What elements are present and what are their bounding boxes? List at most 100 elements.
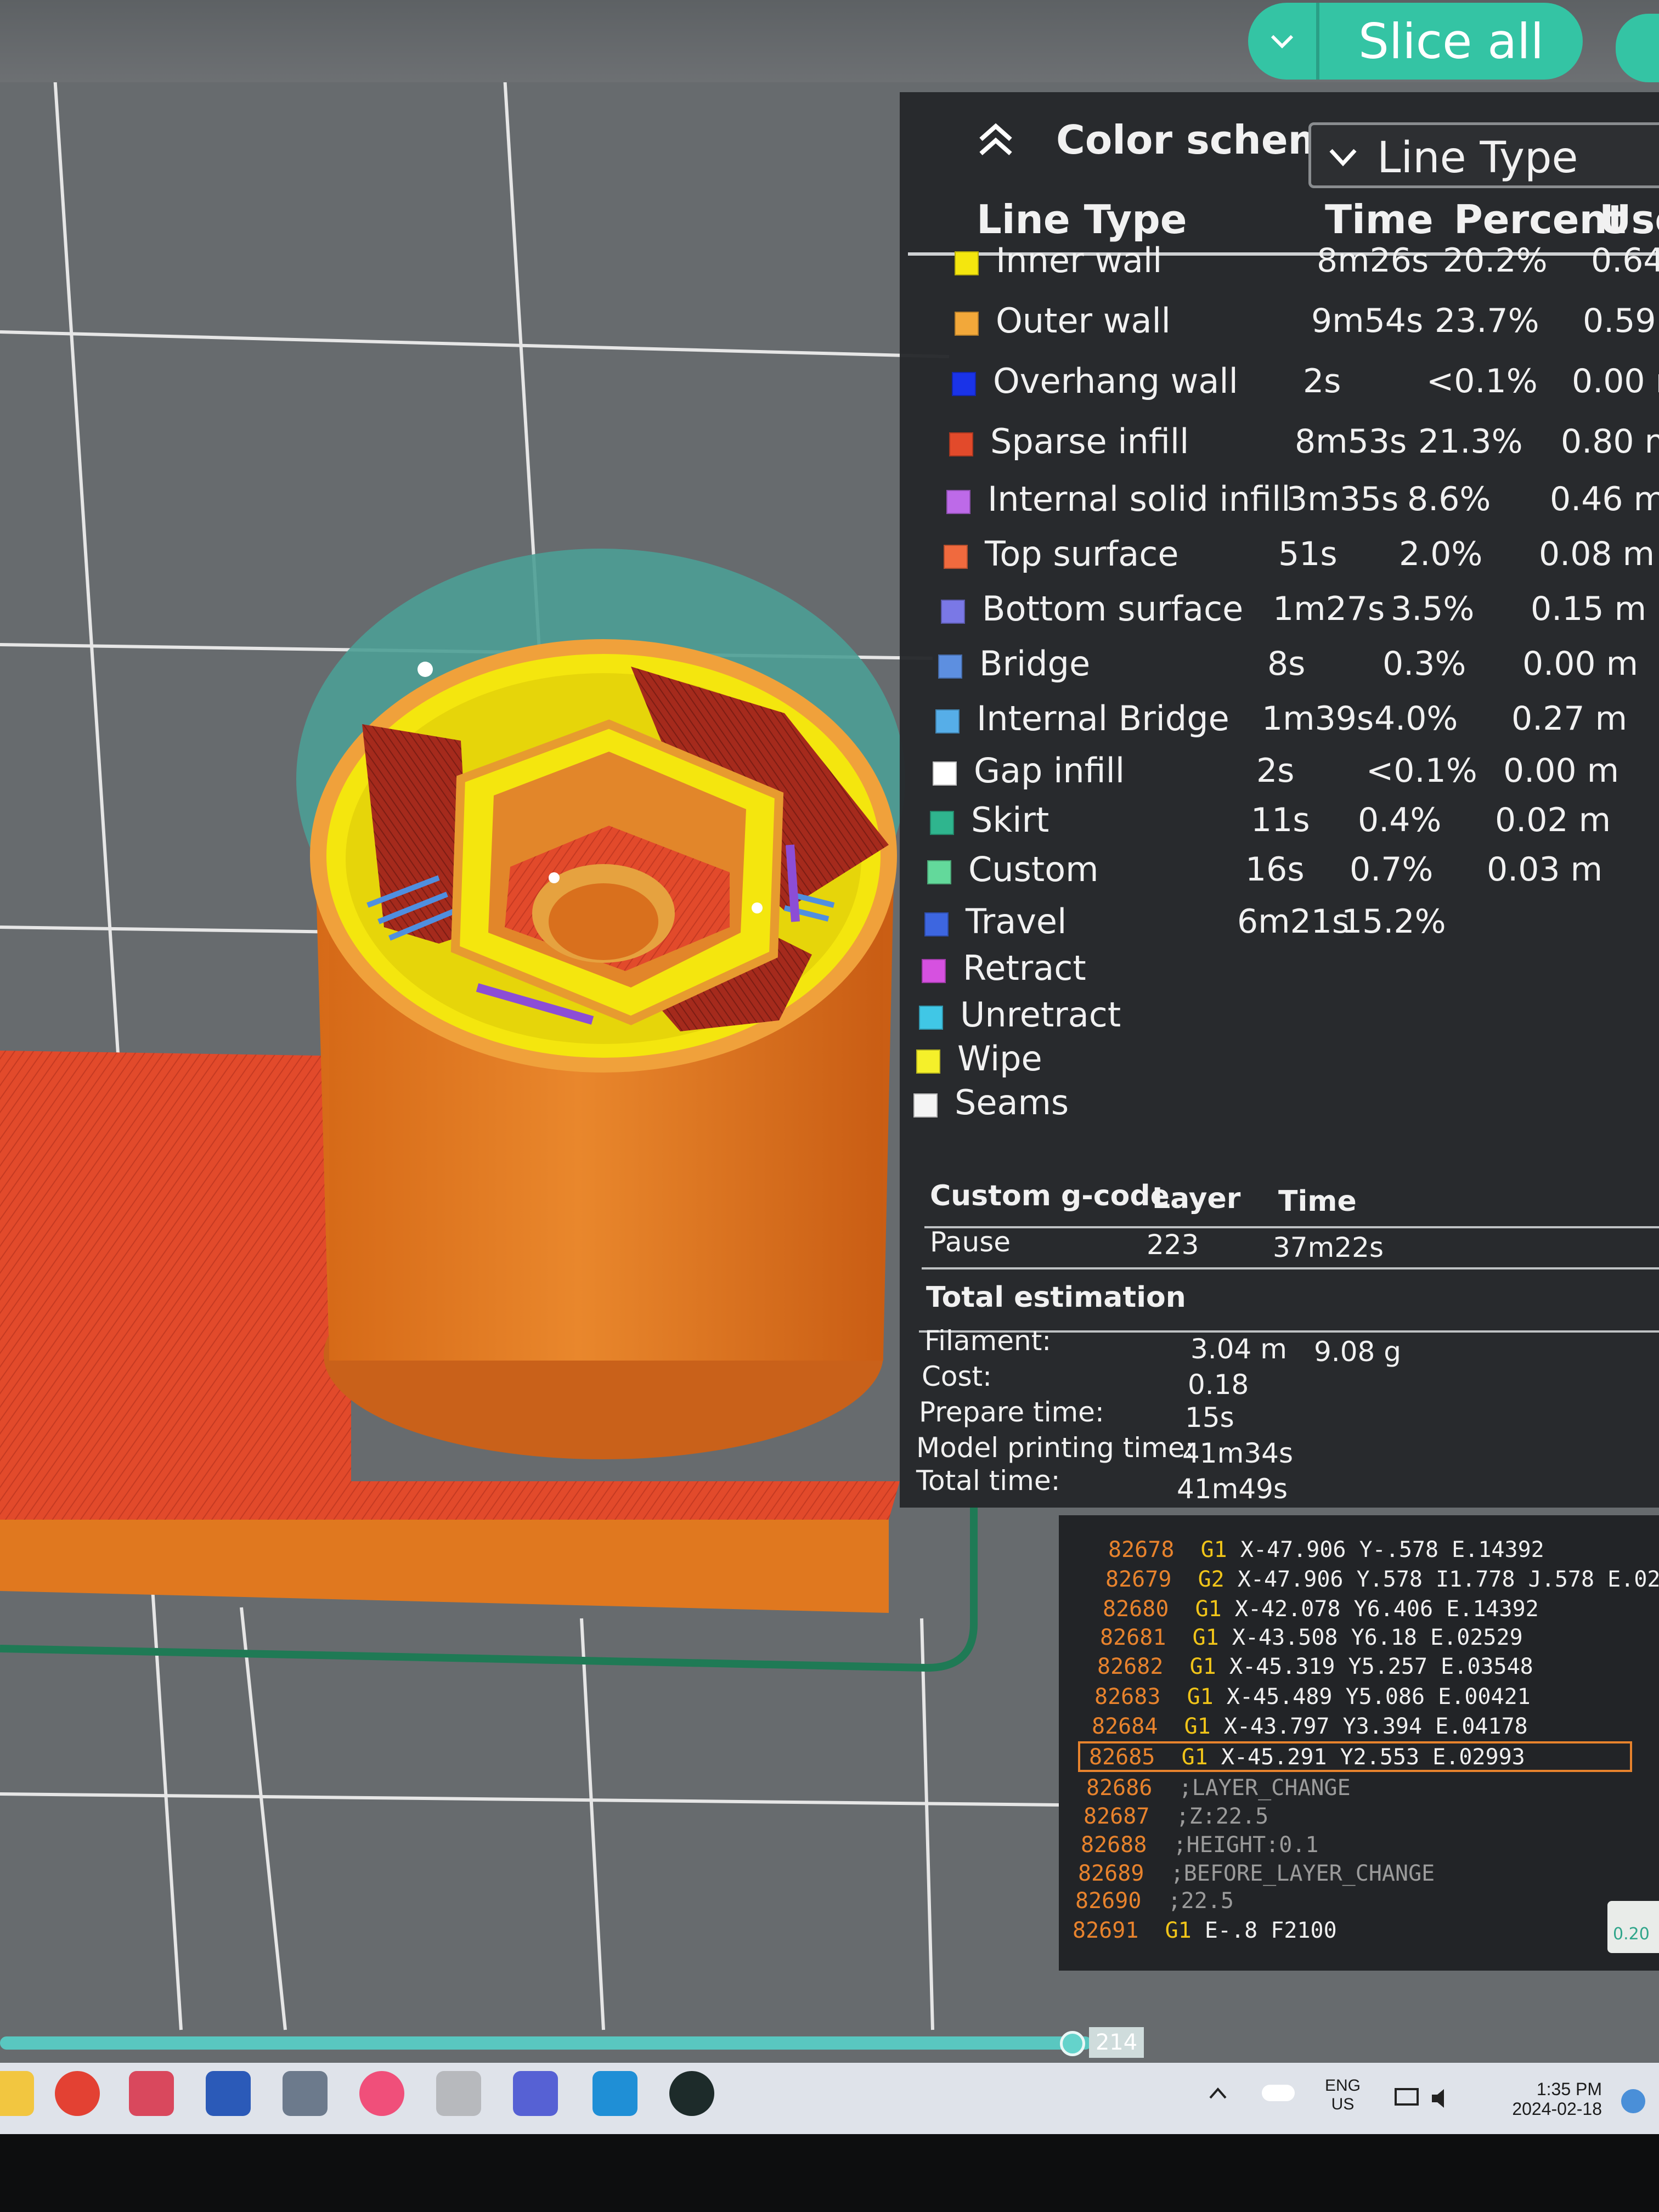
- center-boss-hole: [549, 883, 658, 960]
- slice-dropdown-button[interactable]: [1248, 3, 1319, 80]
- layer-slider-thumb[interactable]: [1060, 2031, 1085, 2056]
- gcode-command: G1: [1181, 1745, 1208, 1770]
- file-explorer-icon[interactable]: [0, 2071, 34, 2116]
- gcode-line[interactable]: 82678 G1 X-47.906 Y-.578 E.14392: [1108, 1537, 1544, 1562]
- line-type-percent: 21.3%: [1418, 422, 1523, 461]
- layer-slider-track[interactable]: [0, 2036, 1092, 2050]
- region-code: US: [1331, 2095, 1355, 2113]
- prepare-time-value: 15s: [1185, 1402, 1234, 1434]
- legend-row-gap-infill[interactable]: Gap infill 2s <0.1% 0.00 m: [900, 746, 1659, 801]
- custom-gcode-time-header: Time: [1278, 1185, 1357, 1218]
- slice-all-button[interactable]: Slice all: [1319, 3, 1583, 80]
- chrome-icon[interactable]: [55, 2071, 100, 2116]
- gcode-line[interactable]: 82690 ;22.5: [1075, 1888, 1234, 1914]
- custom-gcode-time: 37m22s: [1273, 1232, 1384, 1263]
- gcode-arguments: ;HEIGHT:0.1: [1173, 1832, 1319, 1858]
- gcode-command: G1: [1187, 1684, 1214, 1709]
- gcode-line[interactable]: 82688 ;HEIGHT:0.1: [1081, 1832, 1319, 1858]
- gcode-arguments: X-47.906 Y-.578 E.14392: [1240, 1537, 1544, 1562]
- onenote-icon[interactable]: [436, 2071, 481, 2116]
- gcode-arguments: X-43.797 Y3.394 E.04178: [1223, 1714, 1528, 1739]
- gcode-command: G1: [1165, 1918, 1192, 1943]
- notification-icon[interactable]: [1621, 2089, 1645, 2113]
- line-type-percent: 0.3%: [1383, 645, 1466, 683]
- model-printing-time-label: Model printing time:: [916, 1432, 1194, 1464]
- gcode-line[interactable]: 82680 G1 X-42.078 Y6.406 E.14392: [1103, 1596, 1539, 1622]
- legend-row-top-surface[interactable]: Top surface 51s 2.0% 0.08 m: [900, 529, 1659, 584]
- itunes-icon[interactable]: [359, 2071, 404, 2116]
- gcode-line[interactable]: 82684 G1 X-43.797 Y3.394 E.04178: [1092, 1714, 1528, 1739]
- gcode-line-number: 82686: [1086, 1775, 1153, 1801]
- line-type-name: Retract: [963, 948, 1086, 988]
- chevron-down-icon: [1271, 35, 1294, 49]
- gcode-line[interactable]: 82683 G1 X-45.489 Y5.086 E.00421: [1094, 1684, 1531, 1709]
- line-type-used: 0.00 m: [1572, 362, 1659, 400]
- bambu-studio-icon[interactable]: [669, 2071, 714, 2116]
- color-scheme-value: Line Type: [1377, 133, 1578, 183]
- legend-header: Color scheme Line Type: [900, 92, 1659, 188]
- line-type-name: Unretract: [960, 995, 1121, 1035]
- line-type-name: Internal Bridge: [977, 698, 1229, 738]
- line-type-used: 0.80 m: [1561, 422, 1659, 461]
- legend-row-sparse-infill[interactable]: Sparse infill 8m53s 21.3% 0.80 m: [900, 417, 1659, 472]
- double-chevron-up-icon[interactable]: [977, 120, 1015, 158]
- color-scheme-select[interactable]: Line Type: [1308, 122, 1659, 188]
- line-type-name: Bridge: [979, 644, 1091, 684]
- line-type-percent: 8.6%: [1407, 480, 1491, 518]
- line-type-percent: 23.7%: [1435, 302, 1539, 340]
- legend-row-custom[interactable]: Custom 16s 0.7% 0.03 m: [900, 845, 1659, 900]
- line-type-used: 0.03 m: [1487, 850, 1603, 889]
- line-type-used: 0.00 m: [1503, 752, 1620, 790]
- chip-line-2: 0.20: [1613, 1925, 1650, 1944]
- total-time-label: Total time:: [916, 1465, 1060, 1497]
- filament-weight: 9.08 g: [1314, 1336, 1401, 1368]
- legend-row-skirt[interactable]: Skirt 11s 0.4% 0.02 m: [900, 795, 1659, 850]
- gcode-line[interactable]: 82681 G1 X-43.508 Y6.18 E.02529: [1100, 1625, 1523, 1650]
- teams-icon[interactable]: [513, 2071, 558, 2116]
- legend-row-bottom-surface[interactable]: Bottom surface 1m27s 3.5% 0.15 m: [900, 584, 1659, 639]
- line-type-percent: 4.0%: [1374, 699, 1458, 738]
- filament-length: 3.04 m: [1190, 1333, 1287, 1365]
- word-icon[interactable]: [206, 2071, 251, 2116]
- gcode-viewer[interactable]: 82678 G1 X-47.906 Y-.578 E.14392 82679 G2…: [1059, 1515, 1659, 1971]
- custom-gcode-divider: [924, 1226, 1659, 1228]
- gcode-arguments: X-47.906 Y.578 I1.778 J.578 E.0205: [1237, 1567, 1659, 1592]
- line-type-time: 1m39s: [1262, 699, 1374, 738]
- legend-row-bridge[interactable]: Bridge 8s 0.3% 0.00 m: [900, 639, 1659, 694]
- line-type-color-swatch: [919, 1006, 943, 1030]
- line-type-used: 0.64: [1591, 241, 1659, 280]
- gcode-line[interactable]: 82679 G2 X-47.906 Y.578 I1.778 J.578 E.0…: [1105, 1567, 1659, 1592]
- gcode-line[interactable]: 82687 ;Z:22.5: [1084, 1804, 1268, 1829]
- gcode-line[interactable]: 82691 G1 E-.8 F2100: [1073, 1918, 1337, 1943]
- line-type-percent: 3.5%: [1391, 590, 1475, 628]
- input-language[interactable]: ENG US: [1325, 2076, 1361, 2114]
- legend-row-overhang-wall[interactable]: Overhang wall 2s <0.1% 0.00 m: [900, 357, 1659, 411]
- gcode-line-number: 82685: [1089, 1745, 1155, 1770]
- legend-row-internal-solid-infill[interactable]: Internal solid infill 3m35s 8.6% 0.46 m: [900, 475, 1659, 529]
- clock[interactable]: 1:35 PM 2024-02-18: [1492, 2079, 1602, 2119]
- monitor-bezel: [0, 2134, 1659, 2212]
- line-type-percent: 0.7%: [1350, 850, 1434, 889]
- line-type-time: 16s: [1245, 850, 1305, 889]
- settings-icon[interactable]: [283, 2071, 328, 2116]
- chip-line-1: 1: [1613, 1905, 1659, 1925]
- snipping-tool-icon[interactable]: [129, 2071, 174, 2116]
- gcode-line[interactable]: 82685 G1 X-45.291 Y2.553 E.02993: [1089, 1745, 1525, 1770]
- legend-row-seams[interactable]: Seams: [900, 1078, 1659, 1133]
- gcode-arguments: ;BEFORE_LAYER_CHANGE: [1170, 1861, 1435, 1886]
- line-type-used: 0.15 m: [1531, 590, 1647, 628]
- network-volume-icon[interactable]: [1393, 2085, 1454, 2112]
- legend-row-inner-wall[interactable]: Inner wall 8m26s 20.2% 0.64: [900, 236, 1659, 291]
- edge-icon[interactable]: [592, 2071, 637, 2116]
- legend-row-internal-bridge[interactable]: Internal Bridge 1m39s 4.0% 0.27 m: [900, 694, 1659, 749]
- legend-row-outer-wall[interactable]: Outer wall 9m54s 23.7% 0.59: [900, 296, 1659, 351]
- line-type-color-swatch: [924, 912, 949, 936]
- gcode-line[interactable]: 82689 ;BEFORE_LAYER_CHANGE: [1078, 1861, 1435, 1886]
- line-type-color-swatch: [944, 545, 968, 569]
- line-type-name: Travel: [966, 901, 1067, 941]
- gcode-line[interactable]: 82686 ;LAYER_CHANGE: [1086, 1775, 1351, 1801]
- gcode-command: G1: [1200, 1537, 1227, 1562]
- gcode-line[interactable]: 82682 G1 X-45.319 Y5.257 E.03548: [1097, 1654, 1533, 1679]
- chevron-up-icon[interactable]: [1207, 2085, 1229, 2101]
- onedrive-icon[interactable]: [1262, 2085, 1295, 2101]
